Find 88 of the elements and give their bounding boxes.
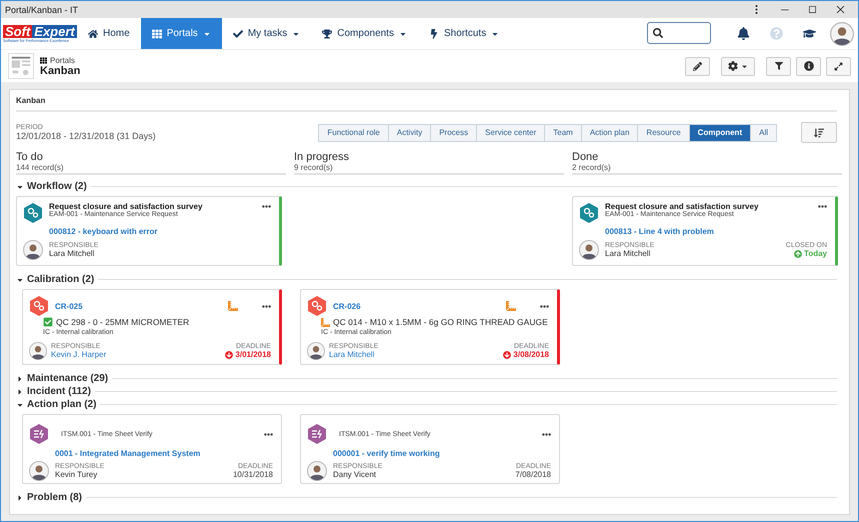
avatar: [23, 240, 43, 260]
window-title: Portal/Kanban - IT: [5, 4, 80, 14]
grid-icon: [152, 28, 162, 38]
avatar: [830, 22, 854, 46]
settings-icon: [728, 61, 738, 71]
record-link[interactable]: 000001 - verify time working: [333, 449, 440, 458]
lane-title: To do: [16, 151, 44, 163]
avatar: [29, 461, 49, 481]
avatar: [29, 342, 47, 360]
record-link[interactable]: 0001 - Integrated Management System: [55, 449, 200, 458]
breadcrumb[interactable]: Portals: [50, 56, 75, 64]
page-icon: [8, 53, 34, 79]
responsible-name: Dany Vicent: [333, 470, 377, 479]
up-arrow-icon: [794, 250, 802, 258]
caret-icon: [741, 62, 748, 70]
lane-title: In progress: [294, 151, 350, 163]
info-button[interactable]: [796, 56, 821, 76]
period-range: 12/01/2018 - 12/31/2018 (31 Days): [16, 131, 157, 141]
record-count: 144 record(s): [16, 163, 65, 172]
item-name: QC 298 - 0 - 25MM MICROMETER: [56, 317, 190, 327]
avatar: [307, 461, 327, 481]
search-field[interactable]: [647, 22, 711, 44]
date-value: 3/01/2018: [235, 350, 271, 359]
group-toggle[interactable]: Maintenance (29): [16, 373, 108, 384]
record-link[interactable]: CR-025: [55, 302, 222, 310]
group-toggle[interactable]: Action plan (2): [16, 399, 96, 410]
avatar: [307, 342, 325, 360]
filter-tab[interactable]: Process: [430, 124, 478, 142]
group-toggle[interactable]: Workflow (2): [16, 181, 87, 192]
record-count: 2 record(s): [572, 163, 612, 172]
filter-icon: [774, 62, 782, 70]
group-toggle[interactable]: Incident (112): [16, 386, 91, 397]
filter-tab[interactable]: Activity: [388, 124, 432, 142]
pencil-icon: [693, 62, 702, 70]
date-value: 3/08/2018: [513, 350, 549, 359]
group-toggle[interactable]: Calibration (2): [16, 274, 94, 285]
date-value: 10/31/2018: [232, 470, 273, 479]
filter-tab[interactable]: All: [750, 124, 777, 142]
date-value: Today: [804, 249, 827, 258]
filter-tab[interactable]: Functional role: [318, 124, 389, 142]
gears-icon: [579, 202, 599, 224]
responsible-name[interactable]: Kevin J. Harper: [51, 350, 222, 359]
ruler-icon: [228, 301, 238, 311]
trophy-icon: [322, 28, 332, 38]
nav-item[interactable]: Portals: [140, 18, 222, 49]
filter-tab[interactable]: Component: [688, 124, 752, 142]
page-title: Kanban: [40, 64, 80, 76]
sort-button[interactable]: [801, 122, 837, 143]
expand-button[interactable]: [826, 56, 851, 76]
avatar: [579, 240, 599, 260]
item-name: QC 014 - M10 x 1.5MM - 6g GO RING THREAD GAUGE: [333, 317, 548, 327]
nav-item[interactable]: My tasks: [222, 18, 312, 49]
home-icon: [88, 28, 98, 38]
panel-title: Kanban: [16, 94, 837, 112]
date-value: 7/08/2018: [515, 470, 551, 479]
nav-item[interactable]: Home: [77, 18, 141, 49]
filter-tab[interactable]: Resource: [637, 124, 690, 142]
responsible-name: Kevin Turey: [55, 470, 98, 479]
ruler-icon: [506, 301, 516, 311]
sort-icon: [814, 128, 824, 138]
group-toggle[interactable]: Problem (8): [16, 492, 82, 503]
grid-icon: [40, 56, 47, 64]
expand-icon: [834, 62, 843, 70]
plan-icon: [307, 423, 327, 445]
plan-icon: [29, 423, 49, 445]
lightning-icon: [428, 28, 439, 38]
record-count: 9 record(s): [294, 163, 334, 172]
checkmark-icon: [232, 28, 243, 38]
card-title: Request closure and satisfaction survey: [49, 202, 204, 211]
gears-icon: [23, 202, 43, 224]
filter-tab[interactable]: Service center: [476, 124, 546, 142]
lane-title: Done: [572, 151, 600, 163]
nav-item[interactable]: Shortcuts: [418, 18, 510, 49]
search-icon: [653, 28, 663, 38]
settings-button[interactable]: [721, 56, 755, 76]
nav-item[interactable]: Components: [311, 18, 418, 49]
filter-button[interactable]: [766, 56, 791, 76]
record-link[interactable]: CR-026: [333, 302, 500, 310]
record-link[interactable]: 000812 - keyboard with error: [49, 227, 158, 236]
filter-tab[interactable]: Action plan: [580, 124, 638, 142]
edit-button[interactable]: [685, 56, 710, 76]
record-link[interactable]: 000813 - Line 4 with problem: [605, 227, 714, 236]
card-title: Request closure and satisfaction survey: [605, 202, 760, 211]
responsible-name[interactable]: Lara Mitchell: [329, 350, 500, 359]
responsible-name: Lara Mitchell: [49, 249, 96, 258]
info-icon: [804, 61, 814, 71]
responsible-name: Lara Mitchell: [605, 249, 652, 258]
filter-tab[interactable]: Team: [544, 124, 582, 142]
